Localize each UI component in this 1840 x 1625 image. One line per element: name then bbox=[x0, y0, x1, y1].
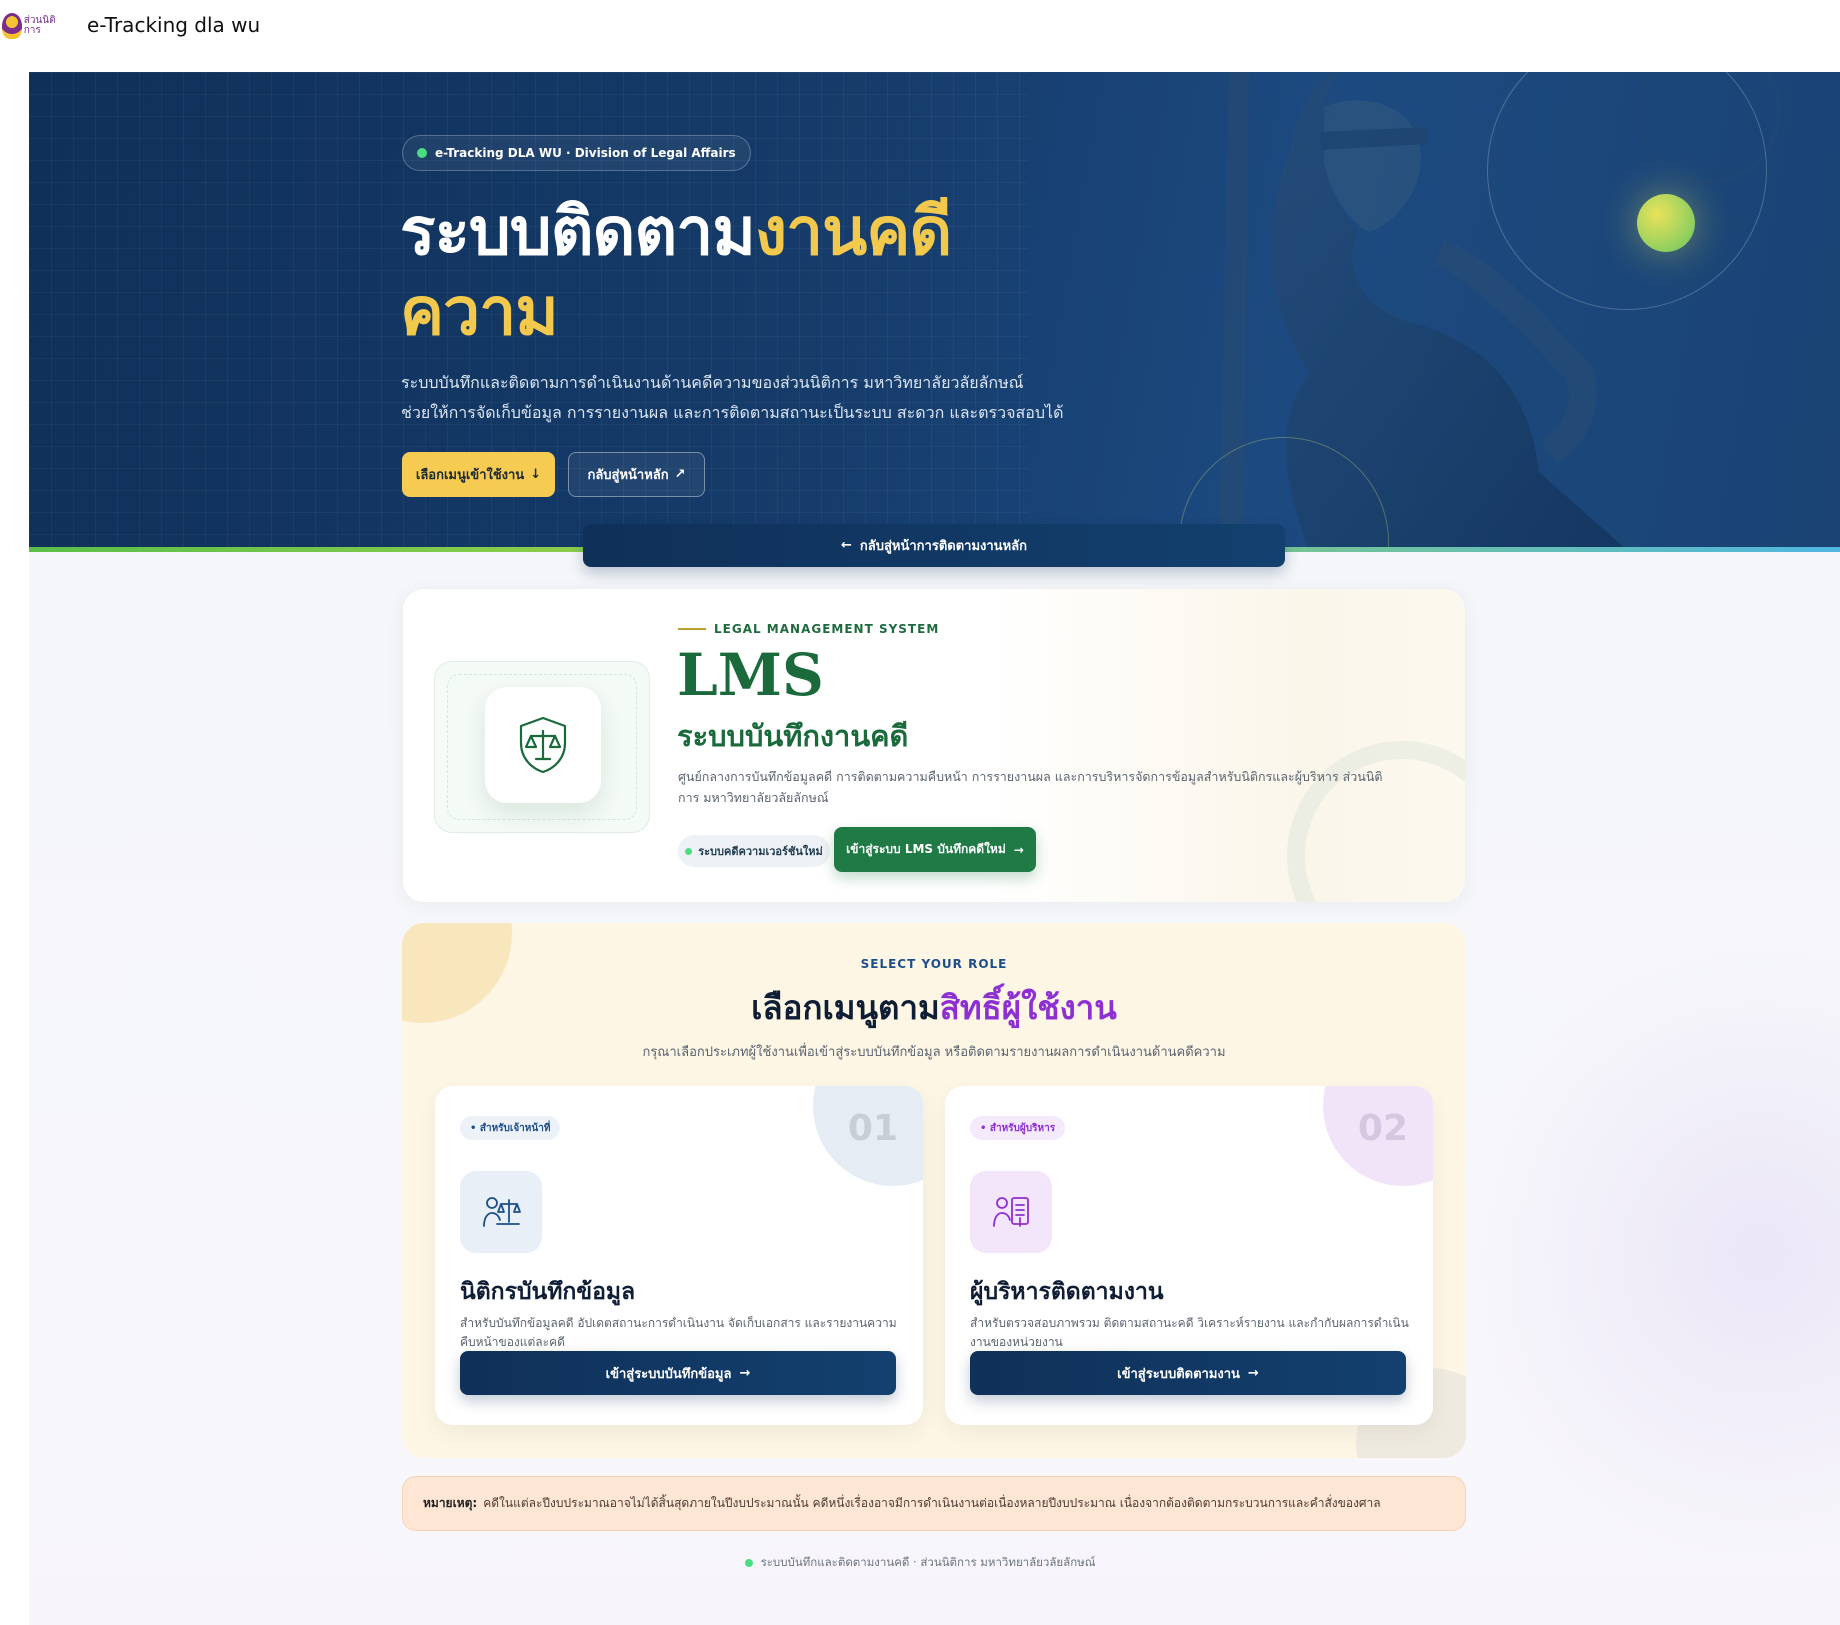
role-eyebrow: SELECT YOUR ROLE bbox=[860, 957, 1008, 971]
back-home-button[interactable]: กลับสู่หน้าหลัก ↗ bbox=[568, 452, 705, 497]
hero-description: ระบบบันทึกและติดตามการดำเนินงานด้านคดีคว… bbox=[401, 368, 1101, 428]
back-home-label: กลับสู่หน้าหลัก bbox=[587, 468, 669, 483]
lms-version-badge: ระบบคดีความเวอร์ชันใหม่ bbox=[678, 835, 830, 867]
role-text: สำหรับตรวจสอบภาพรวม ติดตามสถานะคดี วิเคร… bbox=[970, 1316, 1409, 1349]
hero-title-part3: ความ bbox=[400, 273, 559, 350]
remark-label: หมายเหตุ: bbox=[423, 1496, 478, 1510]
lms-eyebrow-text: LEGAL MANAGEMENT SYSTEM bbox=[714, 622, 940, 636]
enter-record-system-button[interactable]: เข้าสู่ระบบบันทึกข้อมูล → bbox=[460, 1351, 896, 1395]
decorative-orb bbox=[1637, 194, 1695, 252]
status-dot-icon bbox=[685, 847, 693, 855]
enter-tracking-system-button[interactable]: เข้าสู่ระบบติดตามงาน → bbox=[970, 1351, 1406, 1395]
hero-desc-line1: ระบบบันทึกและติดตามการดำเนินงานด้านคดีคว… bbox=[401, 373, 1024, 392]
footer-text: ระบบบันทึกและติดตามงานคดี · ส่วนนิติการ … bbox=[760, 1555, 1096, 1569]
lms-icon-box bbox=[485, 687, 601, 803]
role-number: 01 bbox=[847, 1108, 898, 1149]
shield-scales-icon bbox=[519, 716, 567, 774]
role-icon-box bbox=[970, 1171, 1052, 1253]
role-title-part1: เลือกเมนูตาม bbox=[751, 988, 940, 1027]
role-card-officer[interactable]: 01 • สำหรับเจ้าหน้าที่ นิติกรบันทึกข้อมู… bbox=[435, 1086, 923, 1425]
hero-pill-text: e-Tracking DLA WU · Division of Legal Af… bbox=[435, 146, 736, 160]
role-chip: • สำหรับเจ้าหน้าที่ bbox=[460, 1116, 561, 1140]
lms-eyebrow: LEGAL MANAGEMENT SYSTEM bbox=[678, 622, 939, 636]
remark-text: คดีในแต่ละปีงบประมาณอาจไม่ได้สิ้นสุดภายใ… bbox=[483, 1496, 1381, 1510]
select-menu-button[interactable]: เลือกเมนูเข้าใช้งาน ↓ bbox=[402, 452, 555, 497]
top-header: ส่วนนิติการ e-Tracking dla wu bbox=[0, 0, 1840, 50]
lms-description: ศูนย์กลางการบันทึกข้อมูลคดี การติดตามควา… bbox=[678, 769, 1383, 805]
role-text: สำหรับบันทึกข้อมูลคดี อัปเดตสถานะการดำเน… bbox=[460, 1316, 897, 1349]
role-name: นิติกรบันทึกข้อมูล bbox=[460, 1279, 636, 1305]
university-seal-icon bbox=[2, 13, 22, 39]
status-dot-icon bbox=[744, 1559, 753, 1567]
enter-lms-label: เข้าสู่ระบบ LMS บันทึกคดีใหม่ bbox=[846, 842, 1006, 856]
back-to-tracking-button[interactable]: ← กลับสู่หน้าการติดตามงานหลัก bbox=[583, 524, 1285, 567]
select-menu-label: เลือกเมนูเข้าใช้งาน bbox=[415, 468, 525, 483]
role-chip: • สำหรับผู้บริหาร bbox=[970, 1116, 1066, 1140]
hero-banner: e-Tracking DLA WU · Division of Legal Af… bbox=[29, 72, 1840, 552]
footer: ระบบบันทึกและติดตามงานคดี · ส่วนนิติการ … bbox=[0, 1554, 1840, 1572]
lms-title: LMS bbox=[677, 641, 824, 709]
lawyer-scales-icon bbox=[483, 1197, 521, 1227]
dla-logo[interactable]: ส่วนนิติการ bbox=[2, 12, 72, 40]
arrow-down-icon: ↓ bbox=[530, 467, 542, 482]
external-arrow-icon: ↗ bbox=[674, 467, 686, 482]
role-name: ผู้บริหารติดตามงาน bbox=[970, 1279, 1164, 1305]
arrow-left-icon: ← bbox=[841, 538, 852, 553]
arrow-right-icon: → bbox=[1247, 1365, 1259, 1381]
role-icon-box bbox=[460, 1171, 542, 1253]
role-card-executive[interactable]: 02 • สำหรับผู้บริหาร ผู้บริหารติดตามงาน … bbox=[945, 1086, 1433, 1425]
lms-card: LEGAL MANAGEMENT SYSTEM LMS ระบบบันทึกงา… bbox=[402, 588, 1466, 903]
enter-lms-button[interactable]: เข้าสู่ระบบ LMS บันทึกคดีใหม่ → bbox=[834, 827, 1036, 872]
hero-desc-line2: ช่วยให้การจัดเก็บข้อมูล การรายงานผล และก… bbox=[401, 403, 1064, 422]
remark-note: หมายเหตุ: คดีในแต่ละปีงบประมาณอาจไม่ได้ส… bbox=[402, 1476, 1466, 1531]
enter-record-label: เข้าสู่ระบบบันทึกข้อมูล bbox=[605, 1366, 732, 1382]
role-title-part2: สิทธิ์ผู้ใช้งาน bbox=[939, 988, 1117, 1027]
status-dot-icon bbox=[417, 148, 427, 158]
enter-tracking-label: เข้าสู่ระบบติดตามงาน bbox=[1117, 1366, 1240, 1382]
eyebrow-line bbox=[678, 628, 706, 630]
hero-title-part1: ระบบติดตาม bbox=[400, 193, 756, 270]
arrow-right-icon: → bbox=[1013, 842, 1024, 857]
lms-badge-text: ระบบคดีความเวอร์ชันใหม่ bbox=[698, 845, 823, 858]
role-number: 02 bbox=[1357, 1108, 1408, 1149]
hero-title-part2: งานคดี bbox=[754, 193, 952, 270]
hero-title: ระบบติดตามงานคดี ความ bbox=[400, 192, 1100, 352]
executive-report-icon bbox=[993, 1197, 1029, 1227]
logo-text: ส่วนนิติการ bbox=[23, 15, 56, 36]
arrow-right-icon: → bbox=[739, 1365, 751, 1381]
back-to-tracking-label: กลับสู่หน้าการติดตามงานหลัก bbox=[859, 539, 1027, 554]
lms-subtitle: ระบบบันทึกงานคดี bbox=[677, 719, 909, 753]
role-title: เลือกเมนูตามสิทธิ์ผู้ใช้งาน bbox=[402, 981, 1466, 1034]
hero-tagline-pill: e-Tracking DLA WU · Division of Legal Af… bbox=[402, 135, 751, 171]
role-selection-section: SELECT YOUR ROLE เลือกเมนูตามสิทธิ์ผู้ใช… bbox=[402, 923, 1466, 1458]
app-title[interactable]: e-Tracking dla wu bbox=[87, 13, 260, 37]
role-description: กรุณาเลือกประเภทผู้ใช้งานเพื่อเข้าสู่ระบ… bbox=[642, 1045, 1226, 1060]
